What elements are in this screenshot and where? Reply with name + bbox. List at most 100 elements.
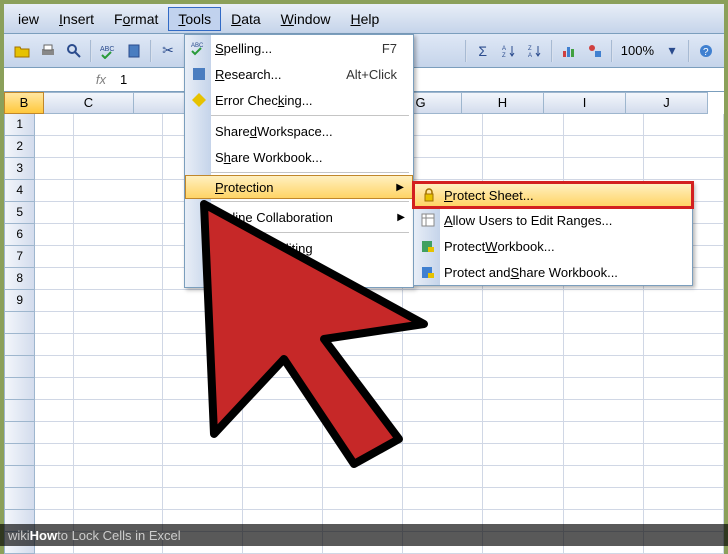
cell[interactable] bbox=[74, 224, 162, 246]
cell[interactable] bbox=[243, 312, 323, 334]
row-header[interactable] bbox=[4, 356, 35, 378]
cell[interactable] bbox=[163, 444, 243, 466]
menu-customize[interactable]: Customize... bbox=[185, 261, 413, 287]
cell[interactable] bbox=[483, 356, 563, 378]
cell[interactable] bbox=[403, 356, 483, 378]
row-header[interactable]: 3 bbox=[4, 158, 35, 180]
cell[interactable] bbox=[403, 334, 483, 356]
cell[interactable] bbox=[483, 158, 563, 180]
cell[interactable] bbox=[564, 158, 644, 180]
cell[interactable] bbox=[564, 444, 644, 466]
row-header[interactable]: 6 bbox=[4, 224, 35, 246]
zoom-dropdown-icon[interactable]: ▾ bbox=[660, 39, 684, 63]
cell[interactable] bbox=[243, 466, 323, 488]
cell[interactable] bbox=[323, 312, 403, 334]
cell[interactable] bbox=[483, 444, 563, 466]
cell[interactable] bbox=[644, 114, 724, 136]
sort-desc-icon[interactable]: ZA bbox=[523, 39, 547, 63]
menu-spelling[interactable]: ABC Spelling...F7 bbox=[185, 35, 413, 61]
cell[interactable] bbox=[644, 444, 724, 466]
cell[interactable] bbox=[74, 422, 162, 444]
cell[interactable] bbox=[35, 466, 74, 488]
menu-format[interactable]: Format bbox=[104, 7, 168, 31]
row-header[interactable]: 4 bbox=[4, 180, 35, 202]
cell[interactable] bbox=[35, 268, 74, 290]
cell[interactable] bbox=[243, 290, 323, 312]
row-header[interactable] bbox=[4, 466, 35, 488]
chart-icon[interactable] bbox=[557, 39, 581, 63]
cell[interactable] bbox=[403, 422, 483, 444]
cell[interactable] bbox=[564, 466, 644, 488]
menu-tools[interactable]: Tools bbox=[168, 7, 221, 31]
menu-window[interactable]: Window bbox=[271, 7, 341, 31]
cell[interactable] bbox=[483, 378, 563, 400]
menu-help[interactable]: Help bbox=[340, 7, 389, 31]
menu-allow-users-edit-ranges[interactable]: Allow Users to Edit Ranges... bbox=[414, 207, 692, 233]
cell[interactable] bbox=[644, 400, 724, 422]
cell[interactable] bbox=[35, 114, 74, 136]
cell[interactable] bbox=[564, 290, 644, 312]
menu-protect-workbook[interactable]: Protect Workbook... bbox=[414, 233, 692, 259]
menu-shared-workspace[interactable]: Shared Workspace... bbox=[185, 118, 413, 144]
cell[interactable] bbox=[243, 422, 323, 444]
row-header[interactable] bbox=[4, 312, 35, 334]
row-header[interactable] bbox=[4, 400, 35, 422]
cell[interactable] bbox=[483, 290, 563, 312]
cell[interactable] bbox=[483, 114, 563, 136]
cell[interactable] bbox=[35, 444, 74, 466]
cell[interactable] bbox=[35, 246, 74, 268]
sum-icon[interactable]: Σ bbox=[471, 39, 495, 63]
cell[interactable] bbox=[163, 466, 243, 488]
cell[interactable] bbox=[483, 334, 563, 356]
cell[interactable] bbox=[564, 488, 644, 510]
cell[interactable] bbox=[163, 334, 243, 356]
cell[interactable] bbox=[163, 400, 243, 422]
cell[interactable] bbox=[644, 290, 724, 312]
cell[interactable] bbox=[243, 378, 323, 400]
cell[interactable] bbox=[403, 400, 483, 422]
cut-icon[interactable]: ✂ bbox=[156, 39, 180, 63]
cell[interactable] bbox=[74, 400, 162, 422]
cell[interactable] bbox=[243, 356, 323, 378]
cell[interactable] bbox=[163, 312, 243, 334]
menu-view[interactable]: iew bbox=[8, 7, 49, 31]
formula-value[interactable]: 1 bbox=[114, 72, 127, 87]
cell[interactable] bbox=[74, 114, 162, 136]
zoom-value[interactable]: 100% bbox=[617, 43, 658, 58]
column-header-i[interactable]: I bbox=[544, 92, 626, 114]
cell[interactable] bbox=[243, 488, 323, 510]
cell[interactable] bbox=[163, 488, 243, 510]
menu-data[interactable]: Data bbox=[221, 7, 271, 31]
menu-insert[interactable]: Insert bbox=[49, 7, 104, 31]
cell[interactable] bbox=[74, 334, 162, 356]
cell[interactable] bbox=[35, 378, 74, 400]
cell[interactable] bbox=[564, 378, 644, 400]
sort-asc-icon[interactable]: AZ bbox=[497, 39, 521, 63]
row-header[interactable]: 1 bbox=[4, 114, 35, 136]
spellcheck-icon[interactable]: ABC bbox=[96, 39, 120, 63]
cell[interactable] bbox=[564, 312, 644, 334]
row-header[interactable] bbox=[4, 378, 35, 400]
cell[interactable] bbox=[243, 444, 323, 466]
cell[interactable] bbox=[323, 422, 403, 444]
cell[interactable] bbox=[483, 422, 563, 444]
cell[interactable] bbox=[483, 312, 563, 334]
row-header[interactable]: 2 bbox=[4, 136, 35, 158]
cell[interactable] bbox=[243, 334, 323, 356]
cell[interactable] bbox=[163, 356, 243, 378]
cell[interactable] bbox=[403, 466, 483, 488]
cell[interactable] bbox=[403, 136, 483, 158]
menu-research[interactable]: Research...Alt+Click bbox=[185, 61, 413, 87]
cell[interactable] bbox=[35, 312, 74, 334]
cell[interactable] bbox=[483, 136, 563, 158]
cell[interactable] bbox=[35, 180, 74, 202]
cell[interactable] bbox=[323, 334, 403, 356]
cell[interactable] bbox=[35, 422, 74, 444]
cell[interactable] bbox=[323, 488, 403, 510]
help-icon[interactable]: ? bbox=[694, 39, 718, 63]
cell[interactable] bbox=[74, 180, 162, 202]
cell[interactable] bbox=[483, 466, 563, 488]
cell[interactable] bbox=[35, 224, 74, 246]
cell[interactable] bbox=[564, 136, 644, 158]
row-header[interactable]: 5 bbox=[4, 202, 35, 224]
